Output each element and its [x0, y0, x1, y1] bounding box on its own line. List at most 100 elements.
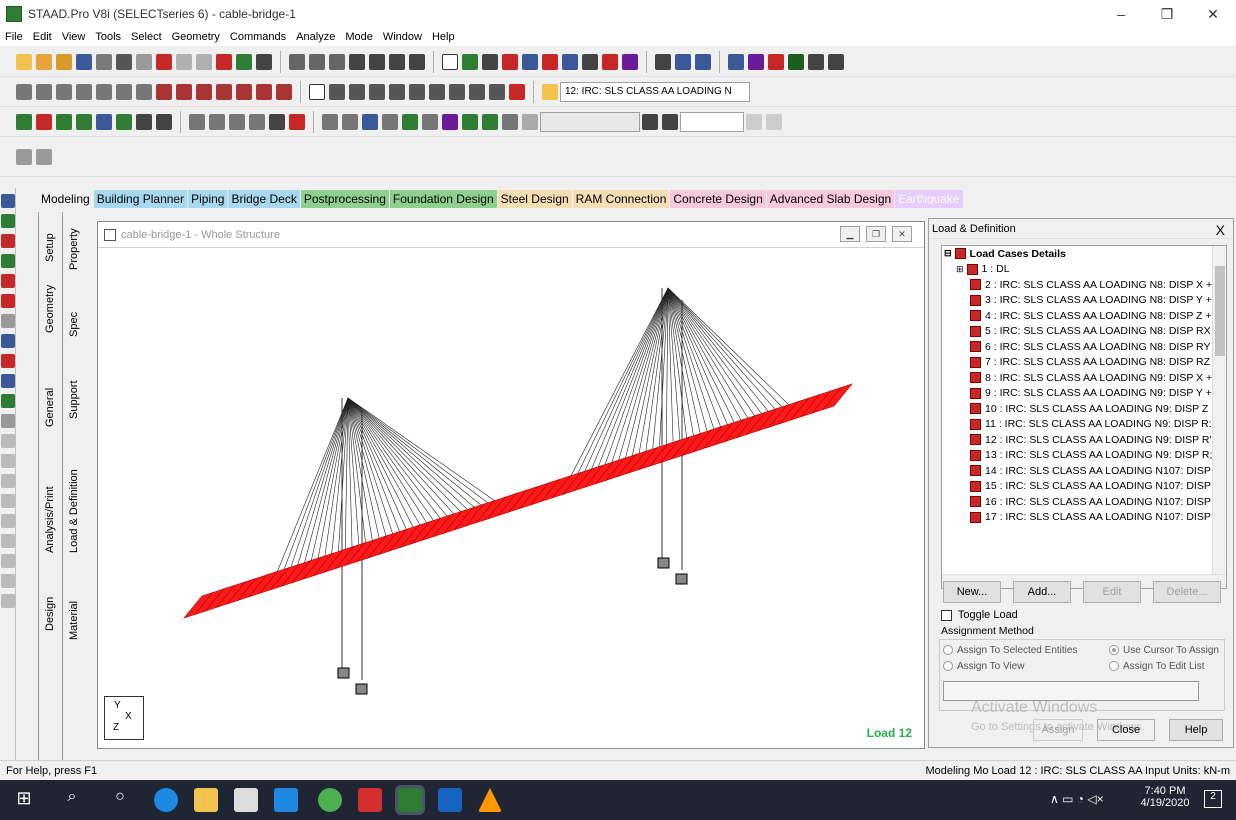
run-analysis-icon[interactable] [216, 53, 232, 70]
select-geometry-icon[interactable] [116, 113, 132, 130]
tab-advanced-slab-design[interactable]: Advanced Slab Design [766, 190, 895, 208]
stretch-icon[interactable] [502, 113, 518, 130]
edge-icon[interactable] [154, 788, 178, 812]
view-restore-button[interactable]: ❐ [866, 226, 886, 242]
tab-setup[interactable]: Setup [40, 222, 60, 274]
zoom-previous-icon[interactable] [409, 83, 425, 100]
mail-icon[interactable] [274, 788, 298, 812]
acrobat-icon[interactable] [358, 788, 382, 812]
word-icon[interactable] [438, 788, 462, 812]
print-preview-icon[interactable] [289, 53, 305, 70]
dimension-icon[interactable] [502, 53, 518, 70]
view-top-icon[interactable] [116, 83, 132, 100]
view-bottom-icon[interactable] [136, 83, 152, 100]
grid-icon[interactable] [828, 53, 844, 70]
search-icon[interactable]: ⌕ [60, 788, 84, 812]
tab-foundation-design[interactable]: Foundation Design [389, 190, 497, 208]
snap-icon[interactable] [675, 53, 691, 70]
assign-button[interactable]: Assign [1033, 719, 1083, 741]
vlc-icon[interactable] [478, 788, 502, 812]
load-case-item[interactable]: 7 : IRC: SLS CLASS AA LOADING N8: DISP R… [942, 355, 1226, 371]
camera-icon[interactable] [349, 53, 365, 70]
connect-icon[interactable] [249, 113, 265, 130]
geometry-cursor-icon[interactable] [1, 314, 15, 328]
copy-cursor-icon[interactable] [1, 514, 15, 528]
tab-steel-design[interactable]: Steel Design [497, 190, 572, 208]
structure-diagram-icon[interactable] [509, 83, 525, 100]
beam-icon[interactable] [482, 53, 498, 70]
tab-bridge-deck[interactable]: Bridge Deck [228, 190, 300, 208]
view-minimize-button[interactable]: ▁ [840, 226, 860, 242]
view-iso-icon[interactable] [16, 83, 32, 100]
open-file-icon[interactable] [36, 53, 52, 70]
tab-earthquake[interactable]: Earthquake [895, 190, 963, 208]
load-cases-tree[interactable]: ⊟ Load Cases Details ⊞ 1 : DL 2 : IRC: SLS… [941, 245, 1227, 589]
dimension-cursor-icon[interactable] [1, 434, 15, 448]
file-explorer-icon[interactable] [194, 788, 218, 812]
merge-icon[interactable] [442, 113, 458, 130]
tab-ram-connection[interactable]: RAM Connection [572, 190, 670, 208]
spin-value-input[interactable] [680, 111, 744, 132]
menu-help[interactable]: Help [427, 31, 460, 43]
table-cursor-icon[interactable] [1, 474, 15, 488]
load-case-item[interactable]: 6 : IRC: SLS CLASS AA LOADING N8: DISP R… [942, 339, 1226, 355]
start-icon[interactable]: ⊞ [12, 788, 36, 812]
menu-edit[interactable]: Edit [28, 31, 57, 43]
structure-wizard-icon[interactable] [236, 53, 252, 70]
save-icon[interactable] [76, 53, 92, 70]
radio-assign-selected[interactable]: Assign To Selected Entities [943, 645, 1077, 656]
radio-use-cursor[interactable]: Use Cursor To Assign [1109, 645, 1219, 656]
load-case-item[interactable]: 11 : IRC: SLS CLASS AA LOADING N9: DISP … [942, 417, 1226, 433]
select-grid-icon[interactable] [156, 113, 172, 130]
add-plate-icon[interactable] [209, 113, 225, 130]
split-icon[interactable] [482, 113, 498, 130]
select-solids-icon[interactable] [96, 113, 112, 130]
load-case-item[interactable]: 3 : IRC: SLS CLASS AA LOADING N8: DISP Y… [942, 293, 1226, 309]
cursor-icon[interactable] [622, 53, 638, 70]
close-panel-button[interactable]: Close [1097, 719, 1155, 741]
undo-icon[interactable] [176, 53, 192, 70]
select-surfaces-icon[interactable] [76, 113, 92, 130]
view-close-button[interactable]: ✕ [892, 226, 912, 242]
rotate-left-icon[interactable] [196, 83, 212, 100]
cursor-select-icon[interactable] [16, 148, 32, 165]
load-case-item[interactable]: 15 : IRC: SLS CLASS AA LOADING N107: DIS… [942, 479, 1226, 495]
cylinder-icon[interactable] [695, 53, 711, 70]
radio-assign-view[interactable]: Assign To View [943, 661, 1024, 672]
redo-icon[interactable] [196, 53, 212, 70]
new-button[interactable]: New... [943, 581, 1001, 603]
zoom-dynamic-icon[interactable] [389, 83, 405, 100]
add-button[interactable]: Add... [1013, 581, 1071, 603]
pointer-icon[interactable] [256, 53, 272, 70]
tab-modeling[interactable]: Modeling [38, 190, 93, 208]
menu-view[interactable]: View [57, 31, 91, 43]
beams-cursor-icon[interactable] [1, 234, 15, 248]
cortana-icon[interactable]: ○ [108, 788, 132, 812]
table-icon[interactable] [269, 113, 285, 130]
view-back-icon[interactable] [56, 83, 72, 100]
measure-icon[interactable] [36, 148, 52, 165]
magnify-icon[interactable] [489, 83, 505, 100]
menu-analyze[interactable]: Analyze [291, 31, 340, 43]
physical-members-icon[interactable] [1, 334, 15, 348]
blank-select[interactable] [540, 111, 640, 132]
intersect-icon[interactable] [462, 113, 478, 130]
3d-rotate-icon[interactable] [276, 83, 292, 100]
view-icon[interactable] [655, 53, 671, 70]
menu-mode[interactable]: Mode [340, 31, 378, 43]
query-icon[interactable] [582, 53, 598, 70]
toolbar-report-icon[interactable] [369, 53, 385, 70]
arrow-icon[interactable] [562, 53, 578, 70]
print-icon[interactable] [96, 53, 112, 70]
cut-icon[interactable] [116, 53, 132, 70]
rotate-up-icon[interactable] [156, 83, 172, 100]
tab-spec[interactable]: Spec [64, 304, 84, 344]
translate-icon[interactable] [322, 113, 338, 130]
load-case-item[interactable]: ⊞ 1 : DL [942, 262, 1226, 278]
load-case-item[interactable]: 9 : IRC: SLS CLASS AA LOADING N9: DISP Y… [942, 386, 1226, 402]
close-button[interactable]: ✕ [1190, 0, 1236, 28]
tab-building-planner[interactable]: Building Planner [93, 190, 188, 208]
ask-icon[interactable] [1, 574, 15, 588]
select-cursor-icon[interactable] [1, 194, 15, 208]
add-beam-icon[interactable] [189, 113, 205, 130]
